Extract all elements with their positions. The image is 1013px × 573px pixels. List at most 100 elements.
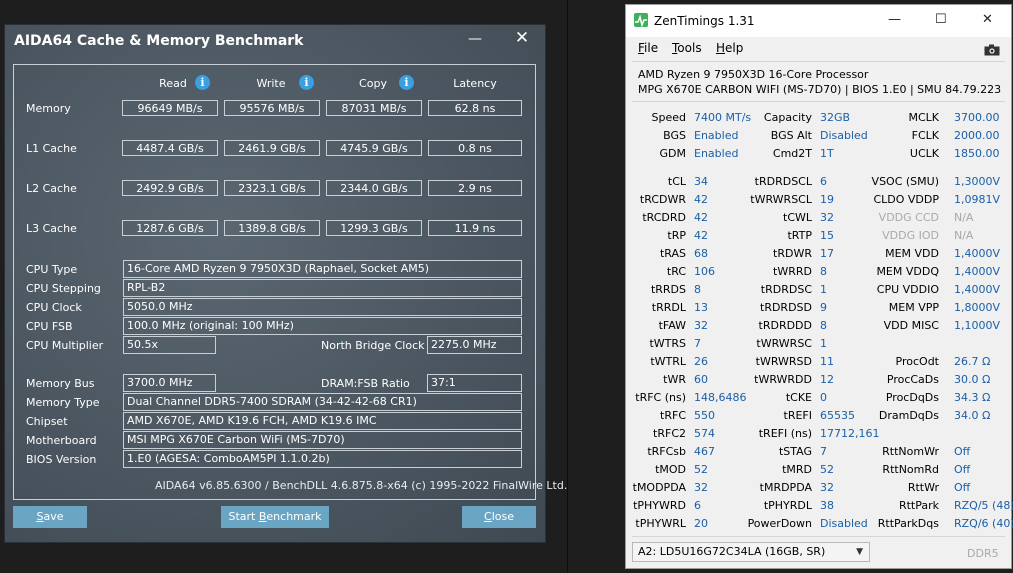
timing-key: tRCDRD bbox=[642, 211, 686, 224]
bios-version-label: BIOS Version bbox=[26, 453, 97, 466]
timing-value: 52 bbox=[820, 463, 834, 476]
header-latency: Latency bbox=[453, 77, 497, 90]
l3-copy-value: 1299.3 GB/s bbox=[326, 220, 422, 236]
cpu-clock-value: 5050.0 MHz bbox=[123, 298, 522, 316]
l1-copy-value: 4745.9 GB/s bbox=[326, 140, 422, 156]
cpu-multiplier-label: CPU Multiplier bbox=[26, 339, 104, 352]
timing-value: 68 bbox=[694, 247, 708, 260]
separator bbox=[632, 61, 1005, 62]
memory-type-label: DDR5 bbox=[967, 547, 999, 560]
timing-value: 42 bbox=[694, 211, 708, 224]
timing-key: GDM bbox=[659, 147, 687, 160]
maximize-icon[interactable]: ☐ bbox=[935, 12, 947, 27]
timing-key: tRDRDSC bbox=[760, 283, 812, 296]
timing-value: 17 bbox=[820, 247, 834, 260]
timing-key: tSTAG bbox=[778, 445, 812, 458]
timing-value: Off bbox=[954, 463, 971, 476]
chipset-label: Chipset bbox=[26, 415, 68, 428]
timing-key: tRAS bbox=[659, 247, 686, 260]
window-title: AIDA64 Cache & Memory Benchmark bbox=[14, 33, 304, 49]
timing-value: 52 bbox=[694, 463, 708, 476]
timing-value: 1,4000V bbox=[954, 283, 1001, 296]
timing-value: 7400 MT/s bbox=[694, 111, 752, 124]
menu-file[interactable]: File bbox=[638, 41, 658, 55]
save-button[interactable]: Save bbox=[13, 506, 87, 528]
dram-ratio-label: DRAM:FSB Ratio bbox=[321, 377, 410, 390]
cpu-multiplier-value: 50.5x bbox=[123, 336, 216, 354]
timing-value: 32 bbox=[694, 481, 708, 494]
app-logo-icon bbox=[634, 13, 648, 28]
timing-key: VSOC (SMU) bbox=[871, 175, 939, 188]
timing-value: N/A bbox=[954, 229, 974, 242]
header-copy: Copy bbox=[359, 77, 387, 90]
aida64-window: AIDA64 Cache & Memory Benchmark — ✕ Read… bbox=[5, 25, 567, 542]
timing-key: MEM VPP bbox=[888, 301, 939, 314]
timing-value: 8 bbox=[820, 265, 827, 278]
timing-key: tRRDS bbox=[650, 283, 686, 296]
memory-module-select[interactable]: A2: LD5U16G72C34LA (16GB, SR) ▼ bbox=[632, 542, 870, 562]
timing-key: tRFCsb bbox=[647, 445, 686, 458]
memory-write-value: 95576 MB/s bbox=[224, 100, 320, 116]
timing-key: tFAW bbox=[658, 319, 686, 332]
timing-value: N/A bbox=[954, 211, 974, 224]
timing-value: 6 bbox=[694, 499, 701, 512]
timing-value: 6 bbox=[820, 175, 827, 188]
menu-help[interactable]: Help bbox=[716, 41, 743, 55]
timing-key: CPU VDDIO bbox=[876, 283, 939, 296]
memory-read-value: 96649 MB/s bbox=[122, 100, 218, 116]
start-label-rest: enchmark bbox=[266, 510, 322, 523]
screenshot-camera-icon[interactable] bbox=[984, 41, 1000, 56]
timing-key: tRP bbox=[667, 229, 686, 242]
bios-version-value: 1.E0 (AGESA: ComboAM5PI 1.1.0.2b) bbox=[123, 450, 522, 468]
timing-value: 13 bbox=[694, 301, 708, 314]
write-info-icon[interactable]: i bbox=[299, 75, 314, 90]
timing-value: RZQ/5 (48) bbox=[954, 499, 1013, 512]
timing-value: 26.7 Ω bbox=[954, 355, 991, 368]
read-info-icon[interactable]: i bbox=[195, 75, 210, 90]
timing-key: MEM VDD bbox=[885, 247, 939, 260]
timing-value: 1,8000V bbox=[954, 301, 1001, 314]
timing-key: tRDRDSCL bbox=[754, 175, 812, 188]
file-label: ile bbox=[644, 41, 659, 55]
nb-clock-value: 2275.0 MHz bbox=[427, 336, 522, 354]
close-icon[interactable]: ✕ bbox=[514, 30, 530, 47]
timing-value: 1 bbox=[820, 283, 827, 296]
timing-value: 148,6486 bbox=[694, 391, 747, 404]
close-label: lose bbox=[491, 510, 514, 523]
copy-info-icon[interactable]: i bbox=[399, 75, 414, 90]
header-write: Write bbox=[256, 77, 286, 90]
timing-key: tREFI (ns) bbox=[758, 427, 812, 440]
timing-key: RttWr bbox=[907, 481, 939, 494]
cpu-fsb-label: CPU FSB bbox=[26, 320, 73, 333]
timing-key: tMRD bbox=[782, 463, 812, 476]
l2-copy-value: 2344.0 GB/s bbox=[326, 180, 422, 196]
menu-tools[interactable]: Tools bbox=[672, 41, 702, 55]
timing-key: tWRWRSC bbox=[756, 337, 812, 350]
timing-value: 1,4000V bbox=[954, 247, 1001, 260]
timing-value: 7 bbox=[694, 337, 701, 350]
timing-key: BGS Alt bbox=[770, 129, 812, 142]
timing-key: tRFC (ns) bbox=[635, 391, 686, 404]
close-icon[interactable]: ✕ bbox=[982, 12, 993, 27]
timing-key: BGS bbox=[663, 129, 686, 142]
timing-value: 106 bbox=[694, 265, 715, 278]
timing-value: 15 bbox=[820, 229, 834, 242]
minimize-icon[interactable]: — bbox=[468, 32, 482, 48]
l3-read-value: 1287.6 GB/s bbox=[122, 220, 218, 236]
minimize-icon[interactable]: — bbox=[888, 12, 901, 27]
start-benchmark-button[interactable]: Start Benchmark bbox=[221, 506, 329, 528]
cpu-name: AMD Ryzen 9 7950X3D 16-Core Processor bbox=[638, 68, 869, 81]
timing-key: tWRRD bbox=[773, 265, 812, 278]
zentimings-window: ZenTimings 1.31 — ☐ ✕ File Tools Help AM… bbox=[626, 5, 1013, 568]
memory-type-value: Dual Channel DDR5-7400 SDRAM (34-42-42-6… bbox=[123, 393, 522, 411]
separator bbox=[632, 101, 1005, 102]
timing-value: 34.0 Ω bbox=[954, 409, 991, 422]
help-accel: H bbox=[716, 41, 726, 55]
timing-value: 42 bbox=[694, 193, 708, 206]
close-button[interactable]: Close bbox=[462, 506, 536, 528]
timing-key: tCKE bbox=[785, 391, 812, 404]
timing-value: 32 bbox=[820, 481, 834, 494]
l1-write-value: 2461.9 GB/s bbox=[224, 140, 320, 156]
cpu-fsb-value: 100.0 MHz (original: 100 MHz) bbox=[123, 317, 522, 335]
nb-clock-label: North Bridge Clock bbox=[321, 339, 425, 352]
